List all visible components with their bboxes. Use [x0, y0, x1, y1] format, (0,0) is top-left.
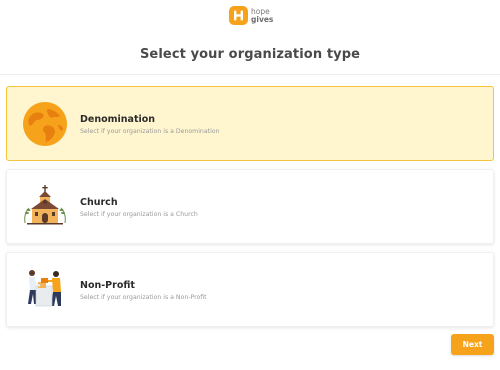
- church-icon: [21, 183, 69, 231]
- globe-icon: [21, 100, 69, 148]
- option-name: Non-Profit: [80, 280, 135, 291]
- next-button[interactable]: Next: [451, 334, 494, 355]
- header-divider: [0, 74, 500, 75]
- option-description: Select if your organization is a Non-Pro…: [80, 294, 207, 301]
- option-card-non-profit[interactable]: Non-Profit Select if your organization i…: [6, 252, 494, 327]
- option-card-church[interactable]: Church Select if your organization is a …: [6, 169, 494, 244]
- hopegives-logo: hope gives: [229, 6, 273, 25]
- logo-mark-icon: [229, 6, 248, 25]
- page-title: Select your organization type: [139, 47, 361, 62]
- option-description: Select if your organization is a Church: [80, 211, 198, 218]
- option-description: Select if your organization is a Denomin…: [80, 128, 220, 135]
- option-name: Denomination: [80, 114, 156, 125]
- logo-wordmark: hope gives: [251, 7, 274, 24]
- volunteers-icon: [21, 266, 69, 314]
- option-card-denomination[interactable]: Denomination Select if your organization…: [6, 86, 494, 161]
- option-name: Church: [80, 197, 118, 208]
- logo-word-gives: gives: [251, 14, 274, 24]
